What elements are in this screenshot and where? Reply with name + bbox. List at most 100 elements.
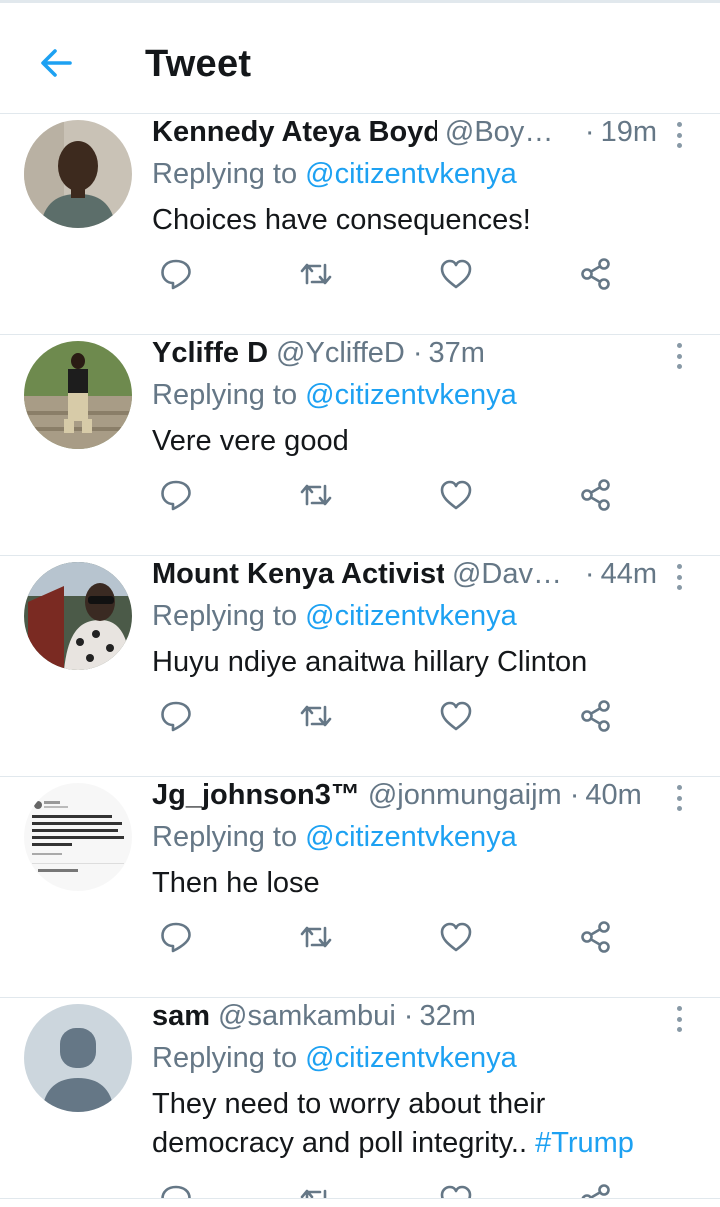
tweet-item[interactable]: Jg_johnson3™ @jonmungaijm · 40m Replying… (0, 777, 720, 998)
tweet-header: Kennedy Ateya Boyd @Boyd... · 19m (152, 116, 657, 152)
retweet-button[interactable] (296, 917, 336, 957)
top-app-bar: Tweet (0, 0, 720, 114)
default-profile-icon (24, 1004, 132, 1112)
share-icon (581, 479, 610, 511)
more-vertical-icon (676, 564, 682, 569)
reply-icon (161, 259, 191, 290)
reply-button[interactable] (156, 917, 196, 957)
tweet-item[interactable]: Mount Kenya Activist @Davi... · 44m Repl… (0, 556, 720, 777)
timestamp: 32m (419, 1000, 476, 1032)
more-vertical-icon (676, 785, 682, 790)
bottom-divider (0, 1198, 720, 1207)
more-vertical-icon (676, 343, 682, 348)
more-options-button[interactable] (666, 120, 692, 150)
tweet-text: Huyu ndiye anaitwa hillary Clinton (152, 643, 692, 682)
replying-to: Replying to @citizentvkenya (152, 821, 517, 854)
replying-to-label: Replying to (152, 379, 298, 411)
timestamp: 44m (600, 558, 657, 590)
reply-button[interactable] (156, 254, 196, 294)
tweet-text: Vere vere good (152, 422, 692, 461)
author-handle[interactable]: @jonmungaijm (368, 779, 562, 812)
tweet-item[interactable]: sam @samkambui · 32m Replying to @citize… (0, 998, 720, 1207)
hashtag-link[interactable]: #Trump (535, 1127, 634, 1159)
replying-to: Replying to @citizentvkenya (152, 379, 517, 412)
author-name[interactable]: sam (152, 1000, 210, 1033)
share-button[interactable] (576, 696, 616, 736)
page-title: Tweet (145, 43, 252, 85)
avatar[interactable] (24, 562, 132, 670)
tweet-actions (152, 254, 632, 294)
avatar[interactable] (24, 1004, 132, 1112)
tweet-item[interactable]: Kennedy Ateya Boyd @Boyd... · 19m Replyi… (0, 114, 720, 335)
author-handle[interactable]: @samkambui (218, 1000, 396, 1033)
avatar[interactable] (24, 120, 132, 228)
reply-mention-link[interactable]: @citizentvkenya (305, 821, 517, 853)
avatar[interactable] (24, 341, 132, 449)
like-icon (440, 259, 472, 289)
tweet-text: Then he lose (152, 864, 692, 903)
more-options-button[interactable] (666, 562, 692, 592)
author-name[interactable]: Ycliffe D (152, 337, 268, 370)
share-button[interactable] (576, 917, 616, 957)
like-button[interactable] (436, 917, 476, 957)
like-button[interactable] (436, 696, 476, 736)
share-icon (581, 258, 610, 290)
reply-button[interactable] (156, 696, 196, 736)
arrow-left-icon (41, 49, 72, 77)
more-options-button[interactable] (666, 341, 692, 371)
timestamp: 40m (585, 779, 642, 811)
author-name[interactable]: Mount Kenya Activist (152, 558, 444, 591)
reply-mention-link[interactable]: @citizentvkenya (305, 379, 517, 411)
tweet-text: They need to worry about their democracy… (152, 1085, 692, 1163)
avatar[interactable] (24, 783, 132, 891)
separator: · (569, 779, 580, 811)
more-vertical-icon (676, 122, 682, 127)
like-icon (440, 701, 472, 731)
replying-to-label: Replying to (152, 158, 298, 190)
tweet-actions (152, 475, 632, 515)
back-button[interactable] (34, 41, 78, 85)
reply-feed: Kennedy Ateya Boyd @Boyd... · 19m Replyi… (0, 114, 720, 1207)
replying-to-label: Replying to (152, 821, 298, 853)
author-name[interactable]: Jg_johnson3™ (152, 779, 360, 812)
separator: · (584, 558, 595, 590)
tweet-header: Mount Kenya Activist @Davi... · 44m (152, 558, 657, 594)
retweet-icon (300, 705, 332, 727)
share-button[interactable] (576, 475, 616, 515)
separator: · (403, 1000, 414, 1032)
tweet-header: Ycliffe D @YcliffeD · 37m (152, 337, 657, 373)
replying-to-label: Replying to (152, 600, 298, 632)
timestamp: 19m (600, 116, 657, 148)
separator: · (412, 337, 423, 369)
like-icon (440, 480, 472, 510)
more-options-button[interactable] (666, 1004, 692, 1034)
tweet-text: Choices have consequences! (152, 201, 692, 240)
more-options-button[interactable] (666, 783, 692, 813)
tweet-actions (152, 696, 632, 736)
reply-icon (161, 480, 191, 511)
like-button[interactable] (436, 254, 476, 294)
tweet-item[interactable]: Ycliffe D @YcliffeD · 37m Replying to @c… (0, 335, 720, 556)
reply-button[interactable] (156, 475, 196, 515)
reply-icon (161, 922, 191, 953)
retweet-icon (300, 263, 332, 285)
reply-icon (161, 701, 191, 732)
author-handle[interactable]: @Davi... (452, 558, 563, 591)
tweet-text-content: They need to worry about their democracy… (152, 1088, 546, 1159)
author-handle[interactable]: @YcliffeD (276, 337, 405, 370)
share-button[interactable] (576, 254, 616, 294)
tweet-header: Jg_johnson3™ @jonmungaijm · 40m (152, 779, 657, 815)
tweet-text-content: Vere vere good (152, 425, 349, 457)
retweet-button[interactable] (296, 475, 336, 515)
author-handle[interactable]: @Boyd... (445, 116, 563, 149)
retweet-button[interactable] (296, 696, 336, 736)
reply-mention-link[interactable]: @citizentvkenya (305, 1042, 517, 1074)
like-button[interactable] (436, 475, 476, 515)
replying-to: Replying to @citizentvkenya (152, 600, 517, 633)
retweet-button[interactable] (296, 254, 336, 294)
reply-mention-link[interactable]: @citizentvkenya (305, 600, 517, 632)
reply-mention-link[interactable]: @citizentvkenya (305, 158, 517, 190)
more-vertical-icon (676, 1006, 682, 1011)
replying-to-label: Replying to (152, 1042, 298, 1074)
author-name[interactable]: Kennedy Ateya Boyd (152, 116, 437, 149)
